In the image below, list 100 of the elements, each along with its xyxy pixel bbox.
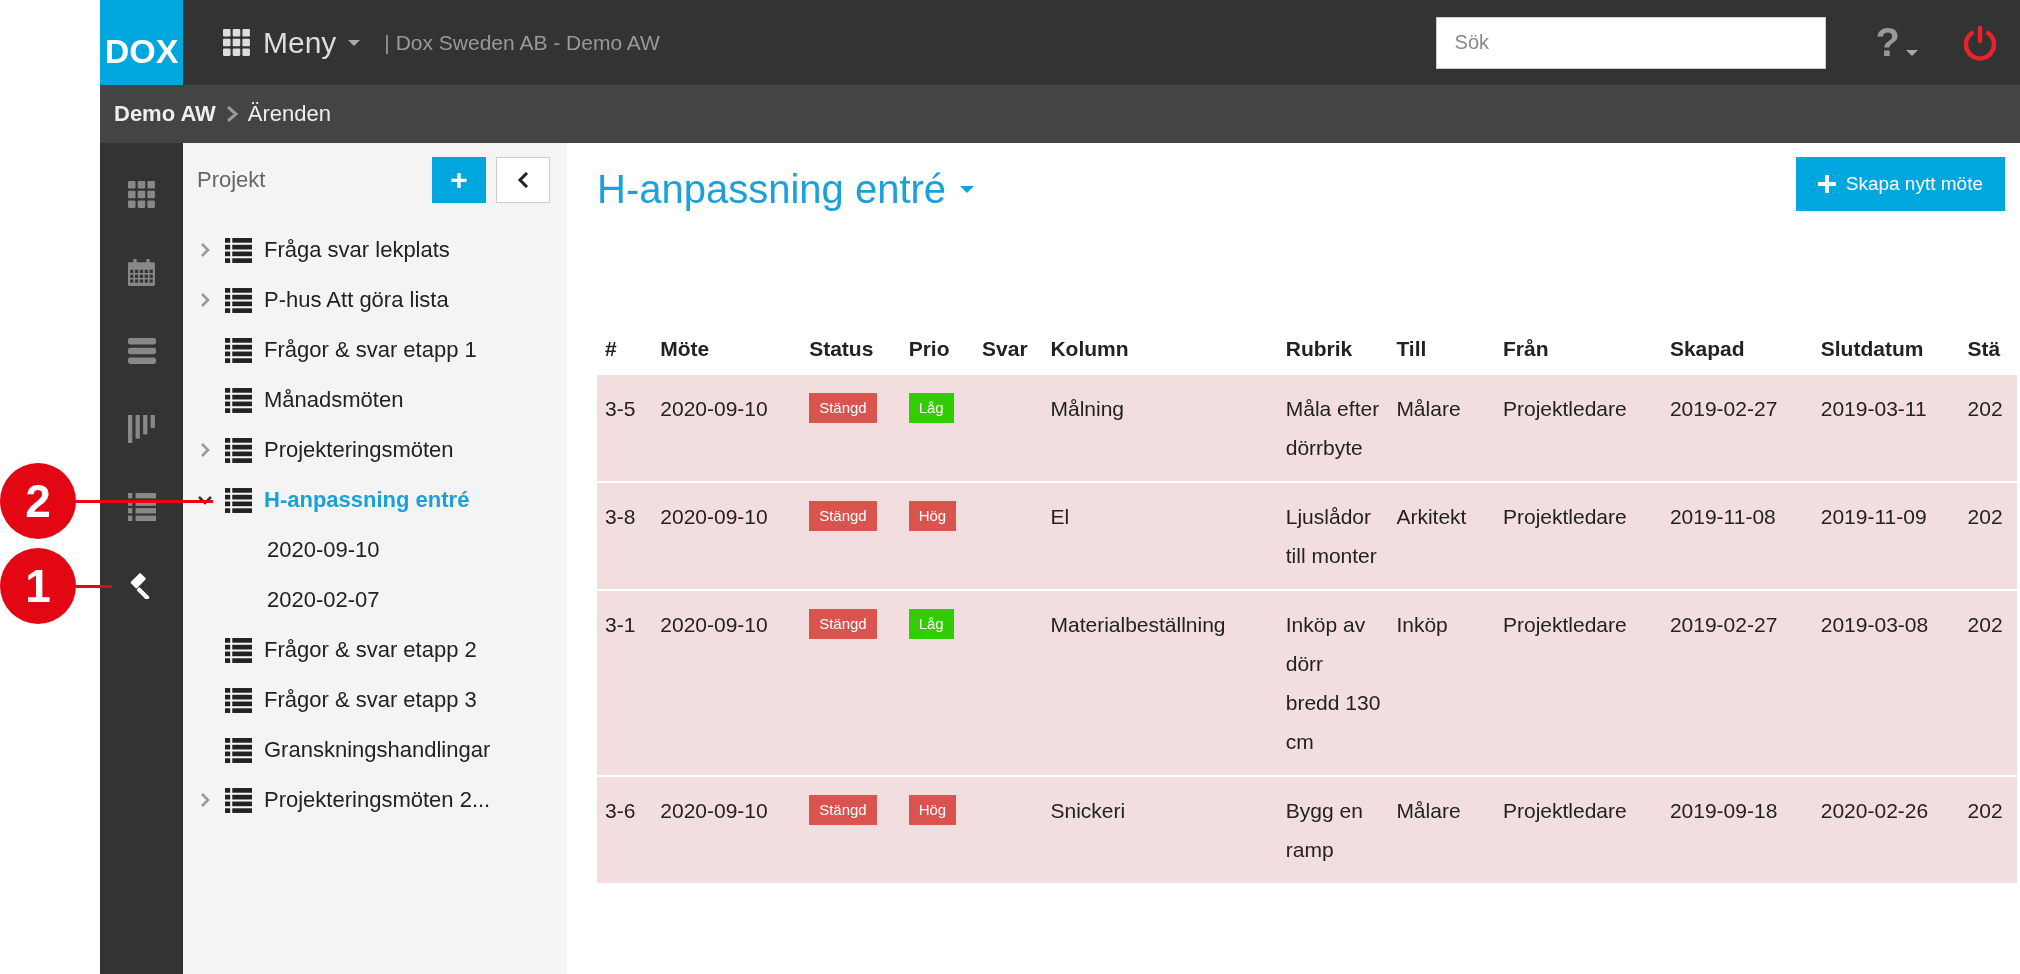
tree-item[interactable]: 2020-09-10: [267, 537, 380, 563]
kanban-icon[interactable]: [127, 415, 156, 443]
breadcrumb-current: Ärenden: [247, 101, 332, 127]
table-cell: Inköp av dörr bredd 130 cm: [1277, 590, 1389, 776]
table-cell: Målning: [1042, 374, 1278, 482]
menu-button[interactable]: Meny: [223, 25, 361, 60]
table-cell: Projektledare: [1494, 482, 1662, 590]
server-icon[interactable]: [127, 337, 156, 365]
panel-title: Projekt: [197, 167, 267, 193]
table-cell: 2019-03-11: [1812, 374, 1960, 482]
priority-tag: Hög: [908, 501, 957, 531]
column-header[interactable]: Från: [1494, 337, 1662, 374]
table-cell: Projektledare: [1494, 776, 1662, 883]
table-cell: 2020-09-10: [652, 590, 802, 776]
tree-item[interactable]: Projekteringsmöten 2...: [264, 787, 491, 813]
search-field[interactable]: Sök: [1435, 16, 1826, 69]
table-cell: 2019-11-08: [1661, 482, 1813, 590]
collapse-button[interactable]: [496, 157, 550, 203]
column-header[interactable]: #: [597, 337, 653, 374]
status-tag: Stängd: [809, 501, 877, 531]
tree-item[interactable]: Fråga svar lekplats: [264, 237, 450, 263]
table-cell: Projektledare: [1494, 374, 1662, 482]
breadcrumb-link[interactable]: Demo AW: [114, 101, 216, 127]
tree-item[interactable]: Frågor & svar etapp 1: [264, 337, 477, 363]
callout-badge: 1: [0, 548, 76, 624]
table-cell: 2019-02-27: [1661, 590, 1813, 776]
table-cell: El: [1042, 482, 1278, 590]
calendar-icon[interactable]: [127, 259, 156, 287]
table-cell: Inköp: [1388, 590, 1495, 776]
list-icon: [225, 237, 252, 263]
table-cell: Måla efter dörrbyte: [1277, 374, 1389, 482]
list-icon: [225, 737, 252, 763]
column-header[interactable]: Kolumn: [1042, 337, 1278, 374]
table-cell: Projektledare: [1494, 590, 1662, 776]
tree-item[interactable]: Frågor & svar etapp 2: [264, 637, 477, 663]
tree-item[interactable]: Frågor & svar etapp 3: [264, 687, 477, 713]
tree-item[interactable]: 2020-02-07: [267, 587, 380, 613]
tree-item[interactable]: Månadsmöten: [264, 387, 404, 413]
tree-item[interactable]: Granskningshandlingar: [264, 737, 491, 763]
table-cell: 3-5: [597, 374, 653, 482]
caret-icon[interactable]: [960, 185, 975, 194]
table-cell: 3-1: [597, 590, 653, 776]
table-cell: 2020-09-10: [652, 374, 802, 482]
status-tag: Stängd: [809, 795, 877, 825]
callout-badge: 2: [0, 463, 76, 539]
list-icon: [225, 687, 252, 713]
table-cell: Målare: [1388, 776, 1495, 883]
table-cell: Bygg en ramp: [1277, 776, 1389, 883]
table-cell: 202: [1959, 374, 2017, 482]
grid-icon: [223, 28, 251, 57]
table-cell: 2019-03-08: [1812, 590, 1960, 776]
table-cell: Målare: [1388, 374, 1495, 482]
table-cell: 2019-02-27: [1661, 374, 1813, 482]
status-tag: Stängd: [809, 609, 877, 639]
column-header[interactable]: Möte: [652, 337, 802, 374]
column-header[interactable]: Skapad: [1661, 337, 1813, 374]
caret-icon: [348, 38, 361, 47]
column-header[interactable]: Svar: [974, 337, 1043, 374]
list-icon: [225, 787, 252, 813]
list-icon: [225, 487, 252, 513]
caret-icon: [1906, 49, 1918, 57]
priority-tag: Hög: [908, 795, 957, 825]
table-cell: 2019-11-09: [1812, 482, 1960, 590]
table-cell: 3-6: [597, 776, 653, 883]
status-tag: Stängd: [809, 393, 877, 423]
column-header[interactable]: Slutdatum: [1812, 337, 1960, 374]
priority-tag: Låg: [908, 393, 954, 423]
company-name: | Dox Sweden AB - Demo AW: [384, 30, 660, 55]
table-cell: 2020-09-10: [652, 776, 802, 883]
table-cell: 3-8: [597, 482, 653, 590]
table-cell: 2019-09-18: [1661, 776, 1813, 883]
leader-line: [76, 585, 112, 588]
tree-item[interactable]: Projekteringsmöten: [264, 437, 454, 463]
column-header[interactable]: Rubrik: [1277, 337, 1389, 374]
list-icon: [225, 437, 252, 463]
grid-icon[interactable]: [127, 181, 156, 209]
table-cell: Ljuslådor till monter: [1277, 482, 1389, 590]
table-cell: 202: [1959, 482, 2017, 590]
column-header[interactable]: Status: [801, 337, 901, 374]
plus-icon: [1817, 175, 1836, 193]
table-cell: 202: [1959, 776, 2017, 883]
power-icon[interactable]: [1962, 24, 1998, 61]
table-cell: Materialbeställning: [1042, 590, 1278, 776]
table-cell: 2020-09-10: [652, 482, 802, 590]
column-header[interactable]: Till: [1388, 337, 1495, 374]
list-icon: [225, 287, 252, 313]
column-header[interactable]: Stä: [1959, 337, 2017, 374]
list-icon: [225, 637, 252, 663]
list-icon: [225, 387, 252, 413]
tree-item[interactable]: P-hus Att göra lista: [264, 287, 449, 313]
list-icon: [225, 337, 252, 363]
column-header[interactable]: Prio: [900, 337, 975, 374]
table-cell: 2020-02-26: [1812, 776, 1960, 883]
help-button[interactable]: ?: [1875, 20, 1918, 65]
chevron-left-icon: [517, 172, 529, 188]
chevron-right-icon: [225, 106, 238, 122]
table-cell: 202: [1959, 590, 2017, 776]
table-cell: Snickeri: [1042, 776, 1278, 883]
table-cell: Arkitekt: [1388, 482, 1495, 590]
priority-tag: Låg: [908, 609, 954, 639]
